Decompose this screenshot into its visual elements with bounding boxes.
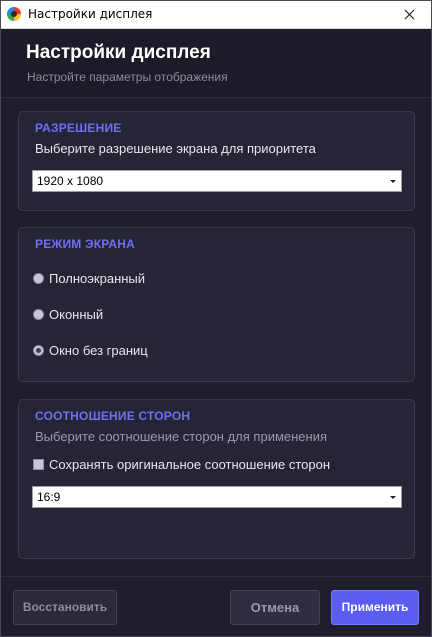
chevron-down-icon[interactable] — [385, 171, 401, 191]
aspect-ratio-select-value: 16:9 — [37, 490, 61, 504]
resolution-select[interactable]: 1920 x 1080 — [32, 170, 402, 192]
radio-label: Окно без границ — [49, 343, 148, 358]
close-icon[interactable] — [387, 1, 431, 28]
footer-divider — [1, 576, 431, 577]
restore-button[interactable]: Восстановить — [13, 590, 117, 625]
resolution-select-value: 1920 x 1080 — [37, 174, 104, 188]
keep-aspect-label: Сохранять оригинальное соотношение сторо… — [49, 457, 331, 472]
radio-label: Полноэкранный — [49, 271, 146, 286]
window-title: Настройки дисплея — [28, 7, 153, 21]
aspect-ratio-title: СООТНОШЕНИЕ СТОРОН — [35, 409, 191, 423]
chevron-down-icon[interactable] — [385, 487, 401, 507]
aspect-ratio-description: Выберите соотношение сторон для применен… — [35, 429, 328, 444]
apply-button[interactable]: Применить — [331, 590, 419, 625]
display-settings-window: Настройки дисплея Настройки дисплея Наст… — [0, 0, 432, 637]
screen-mode-panel: РЕЖИМ ЭКРАНА Полноэкранный Оконный Окно … — [18, 227, 415, 382]
radio-button-selected[interactable] — [33, 345, 44, 356]
title-bar: Настройки дисплея — [1, 1, 431, 29]
resolution-description: Выберите разрешение экрана для приоритет… — [35, 141, 316, 156]
page-title: Настройки дисплея — [26, 42, 211, 63]
radio-button[interactable] — [33, 273, 44, 284]
resolution-panel: РАЗРЕШЕНИЕ Выберите разрешение экрана дл… — [18, 111, 415, 211]
aspect-ratio-panel: СООТНОШЕНИЕ СТОРОН Выберите соотношение … — [18, 399, 415, 559]
radio-label: Оконный — [49, 307, 104, 322]
dialog-header: Настройки дисплея Настройте параметры от… — [1, 29, 431, 97]
radio-button[interactable] — [33, 309, 44, 320]
header-divider — [1, 97, 431, 98]
keep-aspect-checkbox[interactable] — [33, 459, 44, 470]
page-subtitle: Настройте параметры отображения — [27, 70, 228, 84]
cancel-button[interactable]: Отмена — [230, 590, 320, 625]
app-icon — [7, 7, 21, 21]
aspect-ratio-select[interactable]: 16:9 — [32, 486, 402, 508]
screen-mode-title: РЕЖИМ ЭКРАНА — [35, 237, 136, 251]
resolution-title: РАЗРЕШЕНИЕ — [35, 121, 122, 135]
